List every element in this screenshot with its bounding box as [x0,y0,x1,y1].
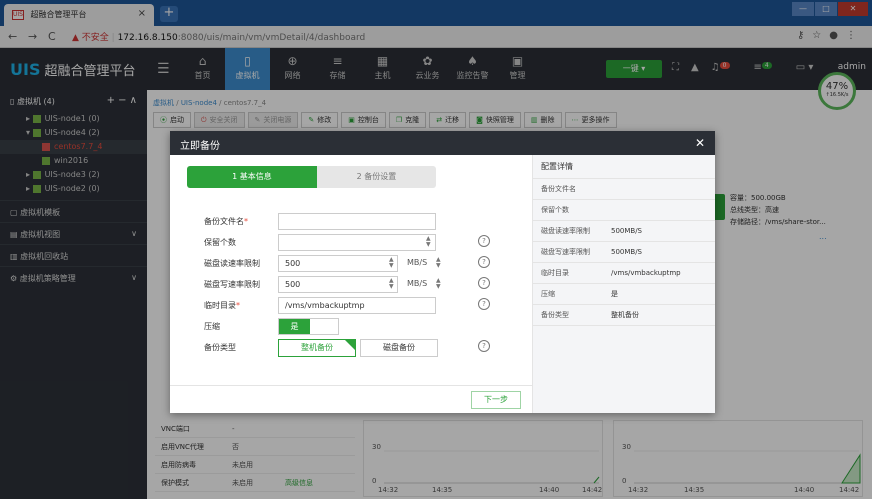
dialog-header: 立即备份 ✕ [170,131,715,155]
full-backup-option[interactable]: 整机备份 [278,339,356,357]
compress-toggle[interactable]: 是 [278,318,339,335]
compress-toggle-on: 是 [279,319,310,334]
help-icon[interactable]: ? [478,235,490,247]
config-title: 配置详情 [533,155,715,179]
read-unit-stepper[interactable]: ▲ ▼ [436,257,441,269]
write-unit: MB/S [407,279,428,288]
config-row: 保留个数 [533,200,715,221]
help-icon[interactable]: ? [478,340,490,352]
wizard-steps: 1 基本信息 2 备份设置 [187,166,436,188]
config-row: 磁盘读速率限制 500MB/S [533,221,715,242]
backup-dialog: 立即备份 ✕ 1 基本信息 2 备份设置 备份文件名* 保留个数 ▲ ▼ ? 磁盘… [170,131,715,413]
config-row: 备份类型 整机备份 [533,305,715,326]
read-unit: MB/S [407,258,428,267]
next-button[interactable]: 下一步 [471,391,521,409]
row-read-limit: 磁盘读速率限制 500 ▲ ▼ MB/S ▲ ▼ ? [204,255,504,273]
read-limit-input[interactable]: 500 [278,255,398,272]
write-limit-stepper[interactable]: ▲ ▼ [389,278,394,290]
help-icon[interactable]: ? [478,256,490,268]
row-backup-type: 备份类型 整机备份 磁盘备份 ? [204,339,504,357]
write-limit-input[interactable]: 500 [278,276,398,293]
step-basic-info[interactable]: 1 基本信息 [187,166,328,188]
footer-divider [170,385,532,386]
row-filename: 备份文件名* [204,213,504,231]
write-unit-stepper[interactable]: ▲ ▼ [436,278,441,290]
config-row: 临时目录/vms/vmbackuptmp [533,263,715,284]
step-backup-settings[interactable]: 2 备份设置 [317,166,436,188]
row-compress: 压缩 是 [204,318,504,336]
config-row: 备份文件名 [533,179,715,200]
config-row: 压缩是 [533,284,715,305]
temp-dir-input[interactable]: /vms/vmbackuptmp [278,297,436,314]
config-details-panel: 配置详情 备份文件名 保留个数 磁盘读速率限制 500MB/S 磁盘写速率限制 50… [532,155,715,413]
disk-backup-option[interactable]: 磁盘备份 [360,339,438,357]
help-icon[interactable]: ? [478,298,490,310]
row-temp-dir: 临时目录* /vms/vmbackuptmp ? [204,297,504,315]
row-keep-count: 保留个数 ▲ ▼ ? [204,234,504,252]
filename-input[interactable] [278,213,436,230]
read-limit-stepper[interactable]: ▲ ▼ [389,257,394,269]
keep-count-stepper[interactable]: ▲ ▼ [426,236,431,248]
help-icon[interactable]: ? [478,277,490,289]
close-icon[interactable]: ✕ [695,136,705,150]
keep-count-input[interactable] [278,234,436,251]
row-write-limit: 磁盘写速率限制 500 ▲ ▼ MB/S ▲ ▼ ? [204,276,504,294]
dialog-title: 立即备份 [180,141,220,152]
config-row: 磁盘写速率限制 500MB/S [533,242,715,263]
